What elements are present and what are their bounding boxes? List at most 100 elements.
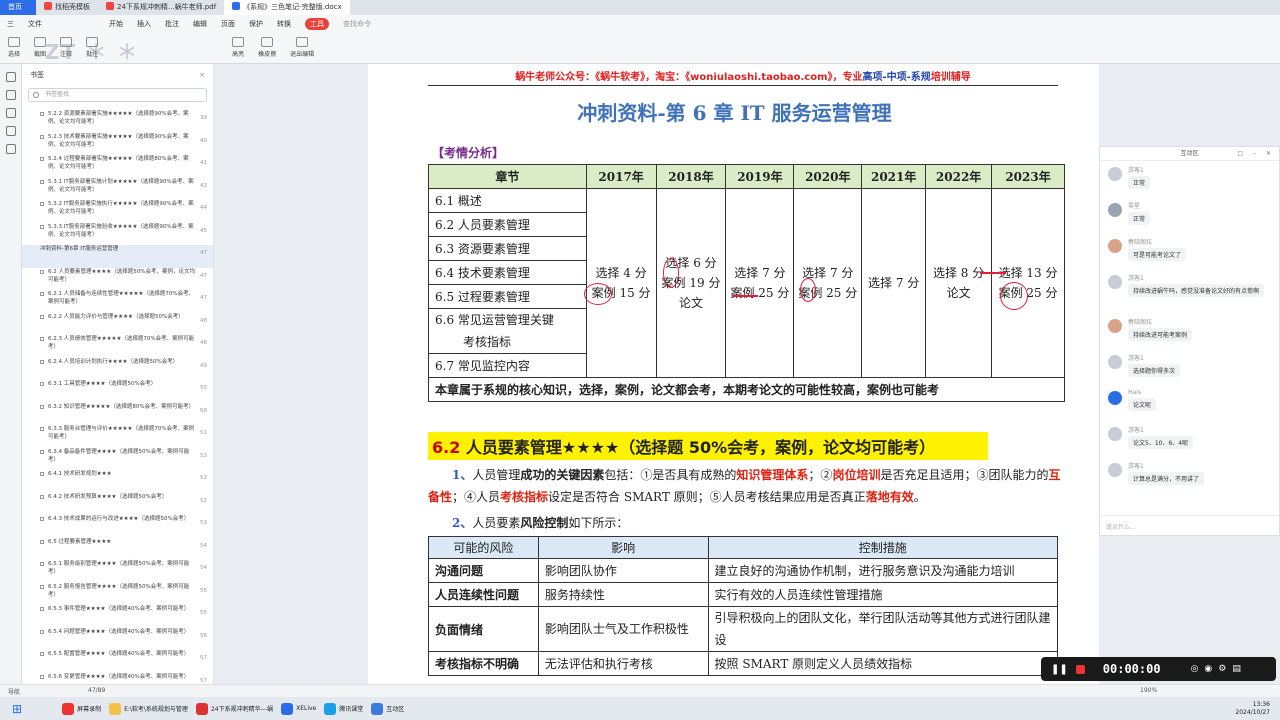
bookmark-item[interactable]: 6.5.1 服务级别管理★★★★（选择题50%会考、案例可能考） 54 (22, 560, 213, 583)
table-header: 章节 (428, 164, 587, 189)
bookmark-page: 52 (200, 475, 207, 481)
menu-protect[interactable]: 保护 (249, 19, 263, 29)
bookmark-label: 6.2.3 人员绩效管理★★★★★（选择题70%会考、案例可能考） (48, 336, 195, 350)
panel-header: 互动区 □ – ✕ (1100, 147, 1279, 161)
section-heading-6-2: 6.2 人员要素管理★★★★（选择题 50%会考，案例，论文均可能考） (428, 432, 988, 460)
recorder-tools-icon[interactable]: ◎◉⚙▤ (1191, 664, 1247, 674)
bookmark-item[interactable]: 6.2 人员要素管理★★★★（选择题50%会考，案例，论文均可能考） 47 (22, 268, 213, 291)
menu-convert[interactable]: 转换 (277, 19, 291, 29)
bookmark-item[interactable]: 6.3.2 知识管理★★★★★（选择题80%会考、案例可能考） 50 (22, 403, 213, 426)
bookmark-item[interactable]: 6.3.4 备品备件管理★★★★（选择题50%会考、案例可能考） 52 (22, 448, 213, 471)
avatar (1108, 427, 1122, 441)
stop-icon[interactable] (1075, 664, 1085, 674)
table-header: 控制措施 (707, 536, 1059, 559)
taskbar-item[interactable]: XELive (281, 702, 316, 715)
chapter-cell: 6.5 过程要素管理 (428, 284, 587, 309)
thumbnail-icon[interactable] (5, 90, 16, 100)
bookmark-item[interactable]: 6.2.4 人员培训计划执行★★★★（选择题50%会考） 49 (22, 358, 213, 381)
avatar (1108, 239, 1122, 253)
bookmark-item[interactable]: 6.5.6 变更管理★★★★（选择题40%会考、案例可能考） 57 (22, 673, 213, 685)
chat-sender: 游客1 (1128, 275, 1144, 282)
interaction-panel: 互动区 □ – ✕ 游客1 正常 零星 正常 春晓图拉 可是可能考论文了 游客1 持续改进蜗牛吗… (1099, 146, 1280, 536)
bookmark-item[interactable]: 6.4.1 技术研发规划★★★ 52 (22, 470, 213, 493)
note-icon[interactable] (5, 108, 16, 118)
search-rail-icon[interactable] (5, 144, 16, 154)
bookmark-page: 44 (200, 205, 207, 211)
ink-circle (800, 278, 816, 302)
bookmark-bullet-icon (40, 359, 44, 364)
bookmark-item[interactable]: 6.3.3 服务台管理与评价★★★★★（选择题70%会考、案例可能考） 51 (22, 425, 213, 448)
bookmark-label: 6.5.5 配置管理★★★★（选择题40%会考、案例可能考） (48, 651, 190, 657)
bookmark-page: 50 (200, 385, 207, 391)
bookmark-item[interactable]: 6.3.1 工具管理★★★★（选择题50%会考） 50 (22, 380, 213, 403)
page-indicator[interactable]: 47/89 (88, 687, 105, 694)
bookmark-item[interactable]: 6.5.3 事件管理★★★★（选择题40%会考、案例可能考） 55 (22, 605, 213, 628)
menu-page[interactable]: 页面 (221, 19, 235, 29)
pause-icon[interactable]: ❚❚ (1051, 664, 1068, 675)
tab-template[interactable]: 找稻壳模板 (36, 0, 98, 15)
select-button[interactable]: 选择 (8, 37, 20, 58)
bookmark-item[interactable]: 6.2.3 人员绩效管理★★★★★（选择题70%会考、案例可能考） 48 (22, 335, 213, 358)
bookmark-item[interactable]: 5.3.2 IT服务部署实施执行★★★★★（选择题90%会考、案例、论文均可能考… (22, 200, 213, 223)
bookmark-item[interactable]: 冲刺资料-第6章 IT服务运营管理 47 (22, 245, 213, 268)
bookmark-item[interactable]: 5.3.3 IT服务部署实施验收★★★★★（选择题90%会考、案例、论文均可能考… (22, 223, 213, 246)
menu-file[interactable]: 文件 (28, 19, 42, 29)
bookmark-item[interactable]: 5.2.3 技术要素部署实施★★★★★（选择题90%会考、案例、论文均可能考） 4… (22, 133, 213, 156)
menu-hamburger[interactable]: 三 (7, 19, 14, 29)
taskbar-item[interactable]: 腾讯课堂 (324, 702, 363, 715)
chat-message: Hais 论文呢 (1100, 385, 1279, 421)
word-icon (232, 2, 241, 10)
bookmark-item[interactable]: 5.2.4 过程要素部署实施★★★★★（选择题80%会考、案例、论文均可能考） 4… (22, 155, 213, 178)
attachment-icon[interactable] (5, 126, 16, 136)
bookmark-page: 47 (200, 295, 207, 301)
zoom-level[interactable]: 190% (1140, 687, 1157, 694)
chat-input[interactable]: 说点什么... (1100, 515, 1279, 535)
menu-insert[interactable]: 插入 (137, 19, 151, 29)
menu-tools[interactable]: 工具 (305, 17, 329, 30)
bookmark-search-input[interactable]: 书签查找 (28, 88, 207, 102)
taskbar-item[interactable]: 24下系规冲刺精华---蜗 (195, 702, 273, 715)
chat-message: 游客1 论文5、10、6、4呢 (1100, 421, 1279, 457)
bookmark-item[interactable]: 6.5.5 配置管理★★★★（选择题40%会考、案例可能考） 57 (22, 650, 213, 673)
bookmark-bullet-icon (40, 629, 44, 634)
bookmark-item[interactable]: 6.5.4 问题管理★★★★（选择题40%会考、案例可能考） 56 (22, 628, 213, 651)
chat-panel-icon (371, 702, 384, 715)
bookmark-item[interactable]: 6.5.2 服务报告管理★★★★（选择题50%会考、案例可能考） 55 (22, 583, 213, 606)
avatar (1108, 319, 1122, 333)
bookmark-item[interactable]: 6.2.1 人员储备与连续性管理★★★★★（选择题70%会考、案例可能考） 47 (22, 290, 213, 313)
recording-timer: 00:00:00 (1102, 662, 1161, 676)
menu-start[interactable]: 开始 (109, 19, 123, 29)
bookmark-icon[interactable] (5, 72, 16, 82)
bookmark-label: 6.3.2 知识管理★★★★★（选择题80%会考、案例可能考） (48, 403, 195, 410)
bookmark-label: 6.2.2 人员能力评价与管理★★★★（选择题50%会考） (48, 313, 184, 320)
chat-text: 选择题你得多次 (1128, 364, 1181, 377)
bookmark-page: 55 (200, 587, 207, 594)
taskbar-item[interactable]: E:\软考\系统规划与管理 (109, 702, 188, 715)
menu-comment[interactable]: 批注 (165, 19, 179, 29)
xelive-icon (281, 702, 294, 715)
window-controls[interactable]: □ – ✕ (1237, 147, 1275, 161)
taskbar-item[interactable]: 屏幕录制 (62, 702, 101, 715)
bookmark-item[interactable]: 6.5 过程要素管理★★★★ 54 (22, 538, 213, 561)
avatar (1108, 203, 1122, 217)
close-icon[interactable]: × (199, 64, 205, 86)
taskbar-item[interactable]: 互动区 (371, 702, 404, 715)
menu-search[interactable]: 查找命令 (343, 19, 371, 29)
tab-home[interactable]: 首页 (0, 0, 36, 15)
bookmark-item[interactable]: 6.2.2 人员能力评价与管理★★★★（选择题50%会考） 48 (22, 313, 213, 336)
ink-underline (980, 272, 1006, 274)
tab-pdf[interactable]: 24下系规冲刺精...蜗牛老师.pdf (98, 0, 224, 15)
menu-edit[interactable]: 编辑 (193, 19, 207, 29)
tab-docx[interactable]: 《系规》三色笔记-完整版.docx (224, 0, 350, 15)
chat-sender: 游客1 (1128, 463, 1144, 470)
bookmark-item[interactable]: 5.2.2 资源要素部署实施★★★★★（选择题90%会考、案例、论文均可能考） 3… (22, 110, 213, 133)
exit-edit-button[interactable]: 退出编辑 (290, 37, 314, 58)
windows-start-icon[interactable]: ⊞ (12, 702, 22, 716)
highlight-button[interactable]: 高亮 (232, 37, 244, 58)
bookmark-item[interactable]: 5.3.1 IT服务部署实施计划★★★★★（选择题90%会考、案例、论文均可能考… (22, 178, 213, 201)
eraser-button[interactable]: 橡皮擦 (258, 37, 276, 58)
bookmark-item[interactable]: 6.4.3 技术成果的运行与改进★★★★（选择题50%会考） 53 (22, 515, 213, 538)
avatar (1108, 463, 1122, 477)
bookmark-page: 40 (200, 137, 207, 144)
bookmark-item[interactable]: 6.4.2 技术研发预算★★★★（选择题50%会考） 52 (22, 493, 213, 516)
